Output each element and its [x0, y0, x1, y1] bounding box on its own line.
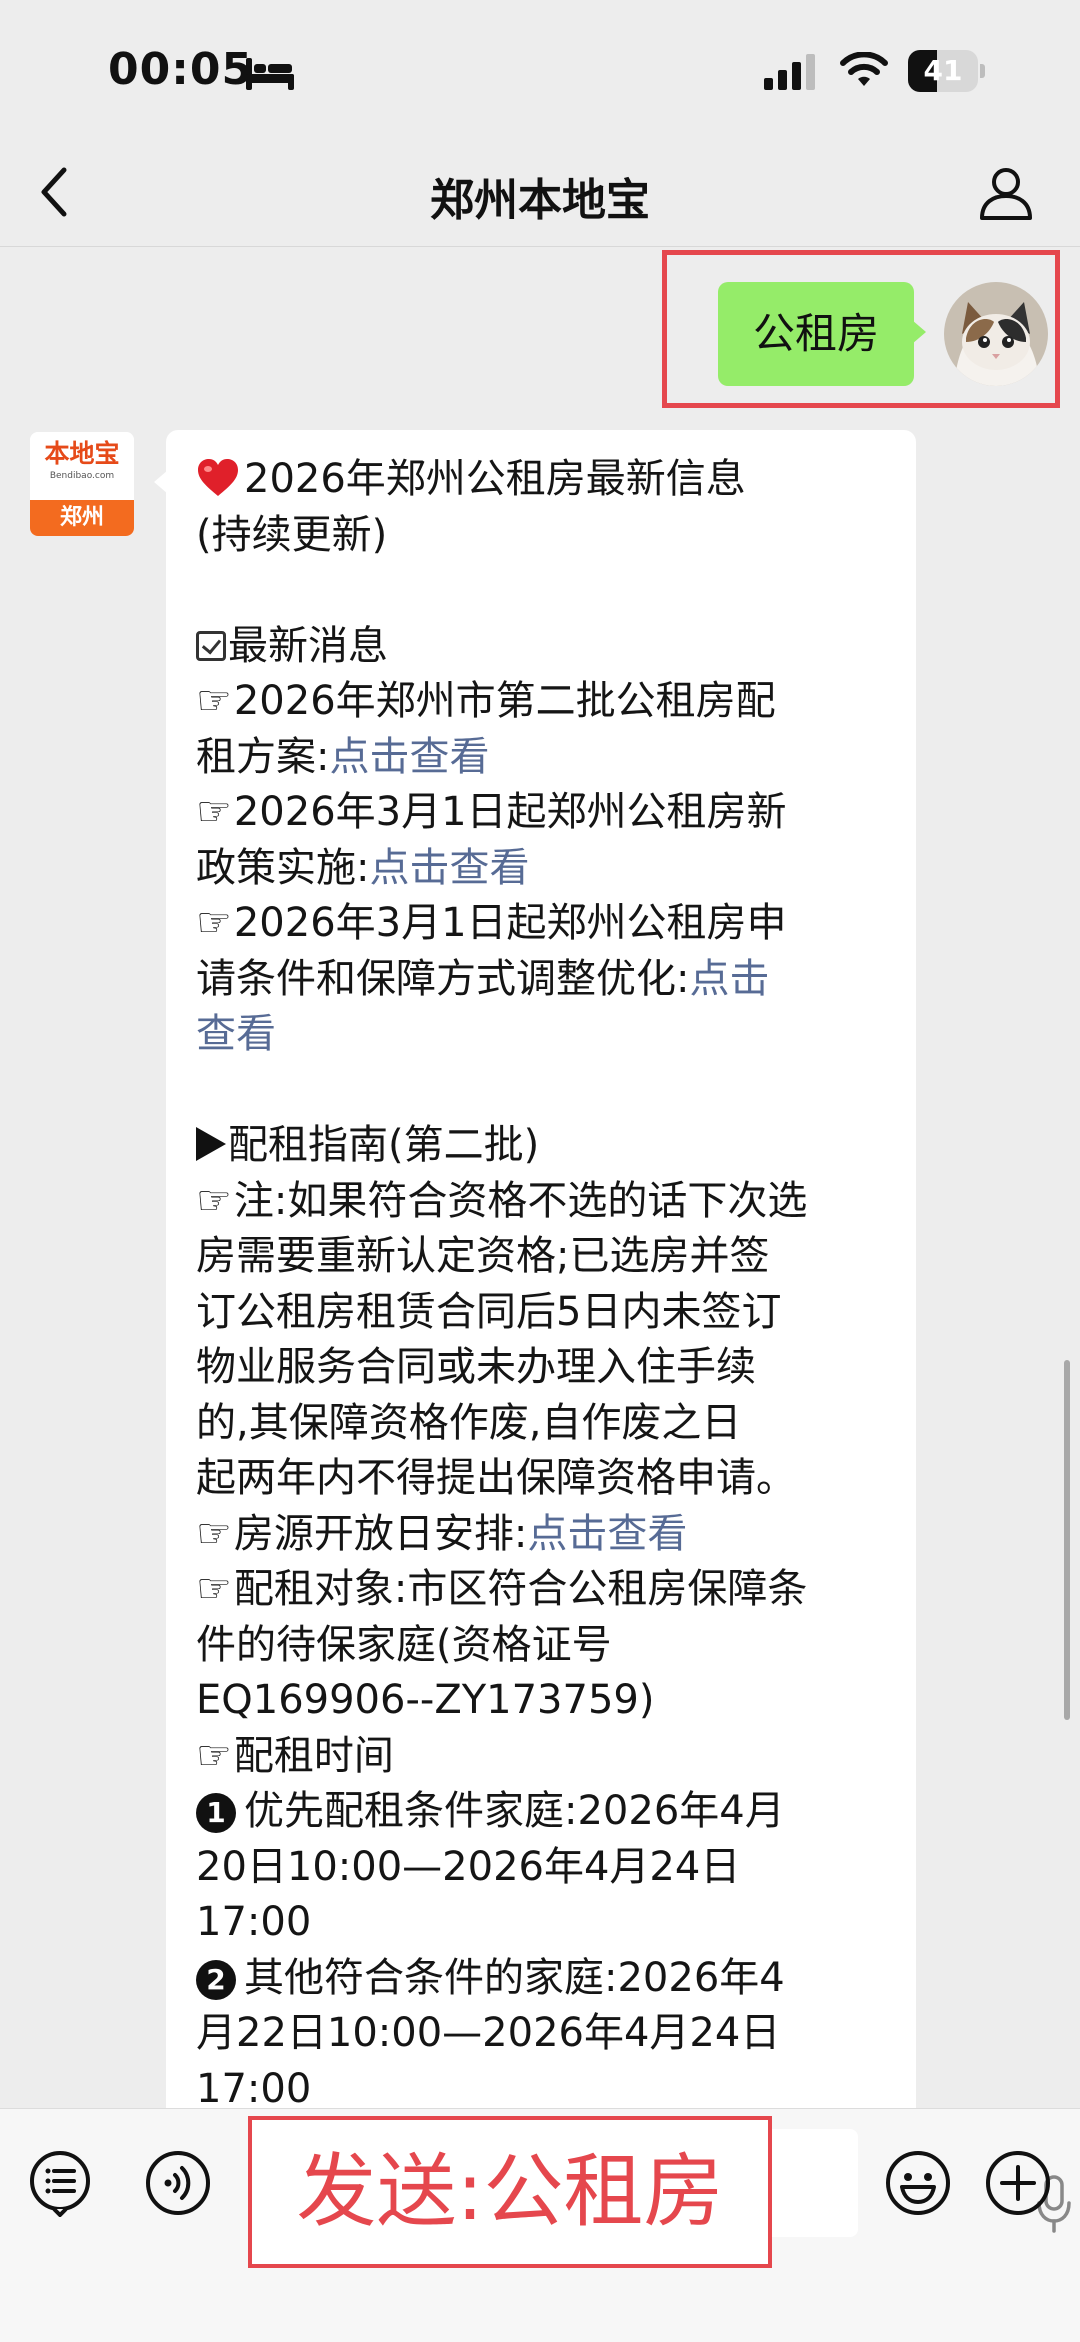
- schedule-2-cont: 月22日10:00—2026年4月24日: [196, 2010, 781, 2056]
- bot-avatar-city: 郑州: [30, 500, 134, 536]
- pointing-hand-icon: ☞: [196, 789, 232, 835]
- target-line: 件的待保家庭(资格证号: [196, 1621, 612, 1668]
- section-heading-guide: 配租指南(第二批): [228, 1122, 540, 1168]
- section-guide: 配租指南(第二批): [196, 1118, 886, 1174]
- target-line: ☞配租对象:市区符合公租房保障条: [196, 1562, 886, 1618]
- news-item-1-link[interactable]: 点击查看: [329, 734, 489, 780]
- pointing-hand-icon: ☞: [196, 1510, 232, 1557]
- plus-icon[interactable]: [984, 2149, 1052, 2217]
- chat-title: 郑州本地宝: [430, 175, 650, 226]
- news-item-2-link[interactable]: 点击查看: [369, 845, 529, 891]
- battery-level: 41: [923, 54, 963, 87]
- news-item-3-link[interactable]: 点击: [689, 956, 769, 1002]
- target-line: EQ169906--ZY173759): [196, 1677, 655, 1723]
- battery-icon: 41: [908, 50, 986, 94]
- checkbox-icon: [196, 630, 226, 661]
- number-two-badge: 2: [196, 1959, 236, 2000]
- news-item-3-link-cont: 查看: [196, 1007, 886, 1063]
- voice-icon[interactable]: [144, 2149, 212, 2217]
- reply-title-sub: (持续更新): [196, 511, 388, 558]
- note-line: ☞注:如果符合资格不选的话下次选: [196, 1174, 886, 1230]
- section-heading-latest: 最新消息: [228, 622, 388, 669]
- house-open-label: 房源开放日安排:: [233, 1510, 528, 1557]
- heart-icon: [198, 459, 238, 496]
- pointing-hand-icon: ☞: [196, 1732, 232, 1779]
- bot-avatar-brand: 本地宝: [44, 439, 120, 468]
- status-bar: 00:05 41: [0, 0, 1080, 140]
- house-open-line: ☞房源开放日安排:点击查看: [196, 1507, 886, 1563]
- send-instruction-annotation: 发送:公租房: [248, 2116, 772, 2268]
- reply-title-line: 2026年郑州公租房最新信息: [196, 452, 886, 508]
- status-time: 00:05: [108, 44, 254, 95]
- bed-icon: [246, 58, 294, 90]
- battery-cap: [980, 64, 985, 78]
- reply-message-text: 2026年郑州公租房最新信息 (持续更新) 最新消息 ☞2026年郑州市第二批公…: [196, 452, 886, 2117]
- section-latest-news: 最新消息: [196, 619, 886, 675]
- play-triangle-icon: [196, 1127, 226, 1161]
- news-item-2-cont: 政策实施:点击查看: [196, 841, 886, 897]
- wifi-icon: [840, 52, 888, 86]
- bot-avatar-url: Bendibao.com: [49, 471, 115, 481]
- news-item-3-text-cont: 请条件和保障方式调整优化:: [196, 955, 690, 1002]
- schedule-2-text: 其他符合条件的家庭:2026年4: [244, 1954, 785, 2001]
- bot-avatar[interactable]: 本地宝 Bendibao.com 郑州: [30, 432, 134, 536]
- news-item-3-text: 2026年3月1日起郑州公租房申: [233, 900, 787, 946]
- cat-avatar-image: [944, 282, 1048, 386]
- news-item-3-cont: 请条件和保障方式调整优化:点击: [196, 952, 886, 1008]
- note-line: 的,其保障资格作废,自作废之日: [196, 1399, 742, 1446]
- house-open-link[interactable]: 点击查看: [527, 1511, 687, 1557]
- nav-bar: 郑州本地宝: [0, 140, 1080, 247]
- time-heading: 配租时间: [233, 1732, 394, 1779]
- pointing-hand-icon: ☞: [196, 1177, 232, 1224]
- person-icon[interactable]: [976, 162, 1036, 222]
- signal-icon: [764, 54, 815, 90]
- news-item-2: ☞2026年3月1日起郑州公租房新: [196, 785, 886, 841]
- schedule-2: 2 其他符合条件的家庭:2026年4: [196, 1951, 886, 2007]
- note-line: 物业服务合同或未办理入住手续: [196, 1344, 756, 1390]
- chat-scrollbar[interactable]: [1064, 1360, 1070, 1720]
- schedule-1: 1 优先配租条件家庭:2026年4月: [196, 1784, 886, 1840]
- schedule-1-text: 优先配租条件家庭:2026年4月: [244, 1788, 785, 1834]
- news-item-3: ☞2026年3月1日起郑州公租房申: [196, 896, 886, 952]
- news-item-1-text-cont: 租方案:: [196, 733, 330, 780]
- pointing-hand-icon: ☞: [196, 1566, 232, 1612]
- news-item-1: ☞2026年郑州市第二批公租房配: [196, 674, 886, 730]
- pointing-hand-icon: ☞: [196, 678, 232, 724]
- note-text: 注:如果符合资格不选的话下次选: [233, 1177, 808, 1224]
- news-item-1-cont: 租方案:点击查看: [196, 730, 886, 786]
- user-avatar[interactable]: [944, 282, 1048, 386]
- emoji-icon[interactable]: [884, 2149, 952, 2217]
- pointing-hand-icon: ☞: [196, 900, 232, 946]
- target-text: 配租对象:市区符合公租房保障条: [233, 1566, 808, 1612]
- reply-title: 2026年郑州公租房最新信息: [244, 456, 746, 502]
- reply-message-bubble: 2026年郑州公租房最新信息 (持续更新) 最新消息 ☞2026年郑州市第二批公…: [154, 430, 916, 2130]
- note-line: 起两年内不得提出保障资格申请。: [196, 1455, 796, 1501]
- news-item-2-text: 2026年3月1日起郑州公租房新: [233, 789, 787, 835]
- bot-avatar-logo: 本地宝 Bendibao.com: [30, 432, 134, 500]
- note-line: 房需要重新认定资格;已选房并签: [196, 1233, 770, 1279]
- schedule-1-cont: 20日10:00—2026年4月24日: [196, 1843, 741, 1890]
- news-item-1-text: 2026年郑州市第二批公租房配: [233, 678, 776, 724]
- sent-message-bubble[interactable]: 公租房: [718, 282, 926, 386]
- news-item-3-link-cont[interactable]: 查看: [196, 1011, 276, 1057]
- time-heading-line: ☞配租时间: [196, 1729, 886, 1785]
- note-line: 订公租房租赁合同后5日内未签订: [196, 1288, 782, 1335]
- schedule-1-cont: 17:00: [196, 1899, 312, 1945]
- news-item-2-text-cont: 政策实施:: [196, 844, 370, 891]
- number-one-badge: 1: [196, 1793, 236, 1833]
- menu-icon[interactable]: [26, 2149, 94, 2217]
